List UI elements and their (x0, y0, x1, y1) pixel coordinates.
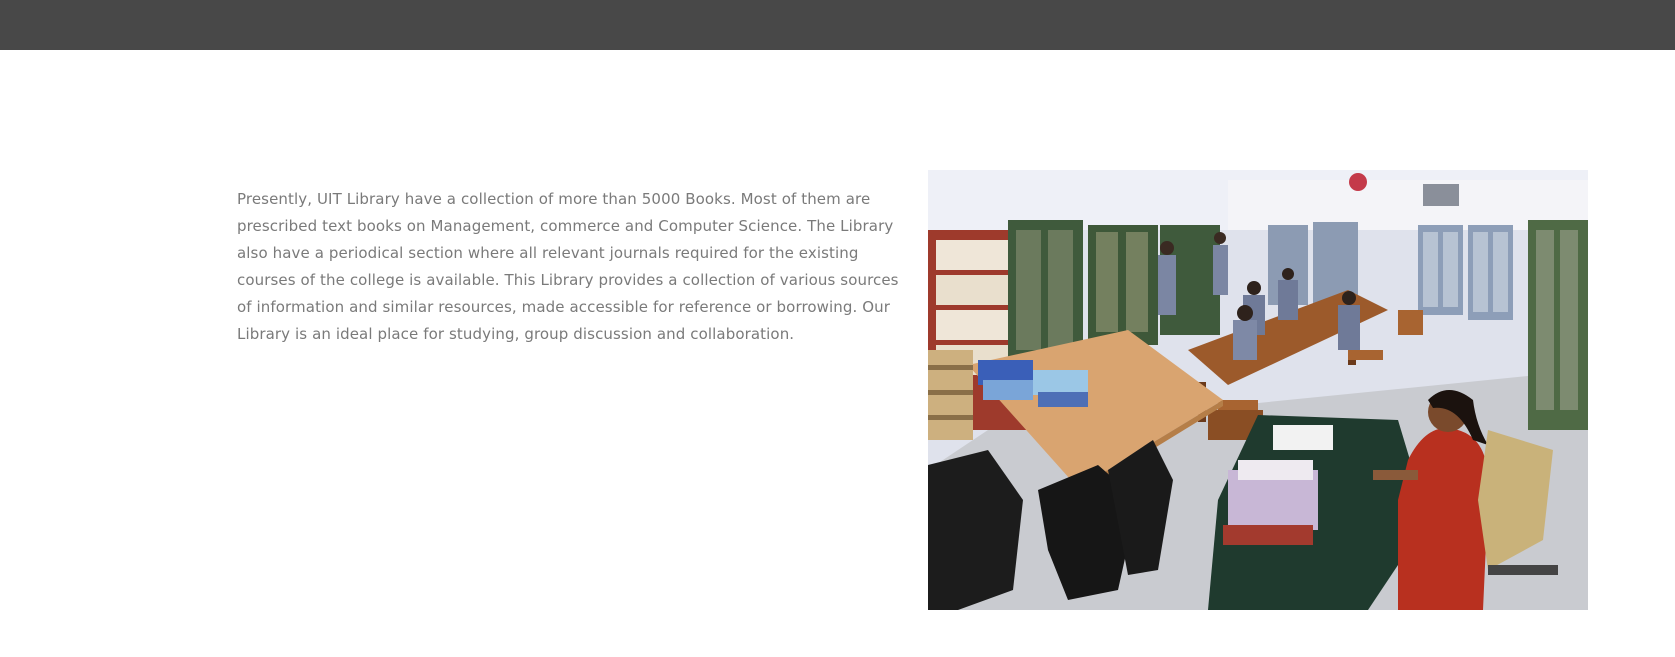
top-header-bar (0, 0, 1675, 50)
library-photo (928, 170, 1588, 610)
library-description: Presently, UIT Library have a collection… (237, 190, 899, 343)
